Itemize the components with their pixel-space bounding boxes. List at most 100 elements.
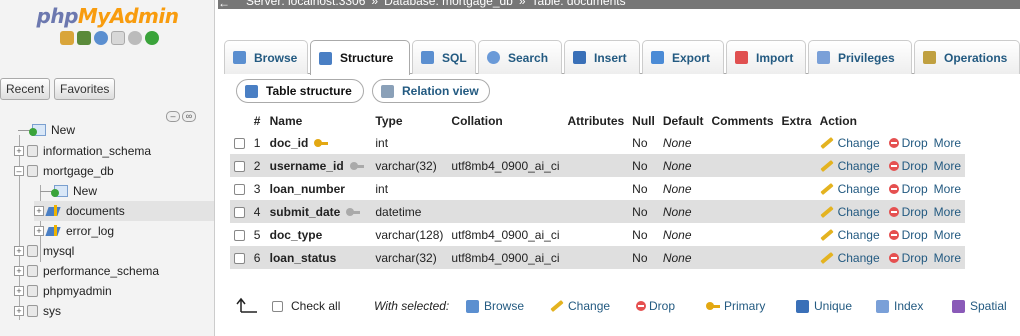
docs-icon[interactable] (111, 31, 125, 45)
bulk-unique-button[interactable]: Unique (796, 296, 852, 316)
tab-operations[interactable]: Operations (914, 40, 1020, 74)
tree-item-phpmyadmin[interactable]: + phpmyadmin (14, 281, 112, 301)
change-button[interactable]: Change (819, 205, 880, 219)
row-checkbox-cell[interactable] (230, 246, 250, 269)
recent-tab[interactable]: Recent (0, 78, 51, 100)
expand-icon[interactable]: + (14, 286, 24, 296)
header-collation[interactable]: Collation (447, 110, 563, 131)
more-button[interactable]: More (934, 205, 961, 219)
table-row[interactable]: 6 loan_status varchar(32) utf8mb4_0900_ai_c… (230, 246, 965, 269)
bulk-primary-button[interactable]: Primary (706, 296, 765, 316)
tree-item-mysql[interactable]: + mysql (14, 241, 74, 261)
row-checkbox-cell[interactable] (230, 177, 250, 200)
bulk-browse-button[interactable]: Browse (466, 296, 524, 316)
tab-sql[interactable]: SQL (412, 40, 476, 74)
back-arrow-icon[interactable]: ← (218, 0, 230, 9)
tab-privileges[interactable]: Privileges (808, 40, 912, 74)
change-button[interactable]: Change (819, 159, 880, 173)
row-checkbox-cell[interactable] (230, 223, 250, 246)
check-all-checkbox[interactable] (272, 300, 283, 312)
tab-browse[interactable]: Browse (224, 40, 308, 74)
header-null[interactable]: Null (628, 110, 659, 131)
tab-insert[interactable]: Insert (564, 40, 640, 74)
more-button[interactable]: More (934, 159, 961, 173)
header-name[interactable]: Name (266, 110, 372, 131)
more-button[interactable]: More (934, 136, 961, 150)
more-button[interactable]: More (934, 182, 961, 196)
table-row[interactable]: 2 username_id varchar(32) utf8mb4_0900_ai_c… (230, 154, 965, 177)
expand-icon[interactable]: + (14, 246, 24, 256)
change-button[interactable]: Change (819, 182, 880, 196)
column-null: No (628, 154, 659, 177)
tab-export[interactable]: Export (642, 40, 724, 74)
bulk-index-button[interactable]: Index (876, 296, 923, 316)
header-comments[interactable]: Comments (708, 110, 778, 131)
link-with-main-icon[interactable]: ∞ (182, 111, 196, 122)
row-checkbox-cell[interactable] (230, 200, 250, 223)
logout-icon[interactable] (77, 31, 91, 45)
bulk-spatial-button[interactable]: Spatial (952, 296, 1007, 316)
tree-item-mortgage-db[interactable]: – mortgage_db (14, 161, 114, 181)
change-button[interactable]: Change (819, 251, 880, 265)
row-checkbox[interactable] (234, 183, 245, 195)
expand-icon[interactable]: + (14, 146, 24, 156)
row-checkbox[interactable] (234, 206, 245, 218)
drop-label: Drop (901, 135, 928, 150)
expand-icon[interactable]: + (34, 226, 44, 236)
tree-item-information-schema[interactable]: + information_schema (14, 141, 151, 161)
row-checkbox-cell[interactable] (230, 131, 250, 154)
bulk-drop-button[interactable]: Drop (636, 296, 675, 316)
tree-item-sys[interactable]: + sys (14, 301, 61, 321)
drop-button[interactable]: Drop (888, 182, 928, 196)
breadcrumb-table[interactable]: Table: documents (532, 0, 626, 8)
expand-icon[interactable]: + (34, 206, 44, 216)
drop-button[interactable]: Drop (888, 135, 928, 150)
bulk-drop-label: Drop (649, 299, 676, 313)
more-button[interactable]: More (934, 251, 961, 265)
drop-button[interactable]: Drop (888, 228, 928, 242)
settings-gear-icon[interactable] (128, 31, 142, 45)
expand-icon[interactable]: + (14, 306, 24, 316)
tree-item-new[interactable]: New (18, 120, 75, 140)
tab-structure[interactable]: Structure (310, 40, 410, 75)
collapse-icon[interactable]: – (14, 166, 24, 176)
row-checkbox[interactable] (234, 160, 245, 172)
collapse-all-icon[interactable]: – (166, 111, 180, 122)
table-row[interactable]: 5 doc_type varchar(128) utf8mb4_0900_ai_ci N… (230, 223, 965, 246)
help-icon[interactable] (94, 31, 108, 45)
drop-button[interactable]: Drop (888, 205, 928, 219)
header-default[interactable]: Default (659, 110, 708, 131)
check-all-control[interactable]: Check all (272, 296, 340, 316)
tab-search[interactable]: Search (478, 40, 562, 74)
tree-item-new-table[interactable]: New (40, 181, 97, 201)
table-row[interactable]: 3 loan_number int No None Change Drop More (230, 177, 965, 200)
breadcrumb-database[interactable]: Database: mortgage_db (384, 0, 513, 8)
header-extra[interactable]: Extra (778, 110, 816, 131)
more-button[interactable]: More (934, 228, 961, 242)
tree-item-documents[interactable]: + documents (34, 201, 214, 221)
favorites-tab[interactable]: Favorites (54, 78, 116, 100)
row-checkbox[interactable] (234, 137, 245, 149)
bulk-change-button[interactable]: Change (550, 296, 610, 316)
row-checkbox-cell[interactable] (230, 154, 250, 177)
subtab-relation-view[interactable]: Relation view (372, 79, 490, 103)
drop-button[interactable]: Drop (888, 159, 928, 173)
row-checkbox[interactable] (234, 229, 245, 241)
row-checkbox[interactable] (234, 252, 245, 264)
tree-item-performance-schema[interactable]: + performance_schema (14, 261, 159, 281)
header-attributes[interactable]: Attributes (564, 110, 629, 131)
header-type[interactable]: Type (371, 110, 447, 131)
tree-item-error-log[interactable]: + error_log (34, 221, 114, 241)
expand-icon[interactable]: + (14, 266, 24, 276)
subtab-table-structure[interactable]: Table structure (236, 79, 364, 103)
home-icon[interactable] (60, 31, 74, 45)
breadcrumb-server[interactable]: Server: localhost:3306 (246, 0, 365, 8)
table-row[interactable]: 1 doc_id int No None Change Drop More (230, 131, 965, 154)
change-button[interactable]: Change (819, 136, 880, 150)
drop-button[interactable]: Drop (888, 251, 928, 265)
table-row[interactable]: 4 submit_date datetime No None Change Drop More (230, 200, 965, 223)
tab-import[interactable]: Import (726, 40, 806, 74)
phpmyadmin-logo[interactable]: phpMyAdmin (0, 4, 214, 28)
reload-icon[interactable] (145, 31, 159, 45)
change-button[interactable]: Change (819, 228, 880, 242)
